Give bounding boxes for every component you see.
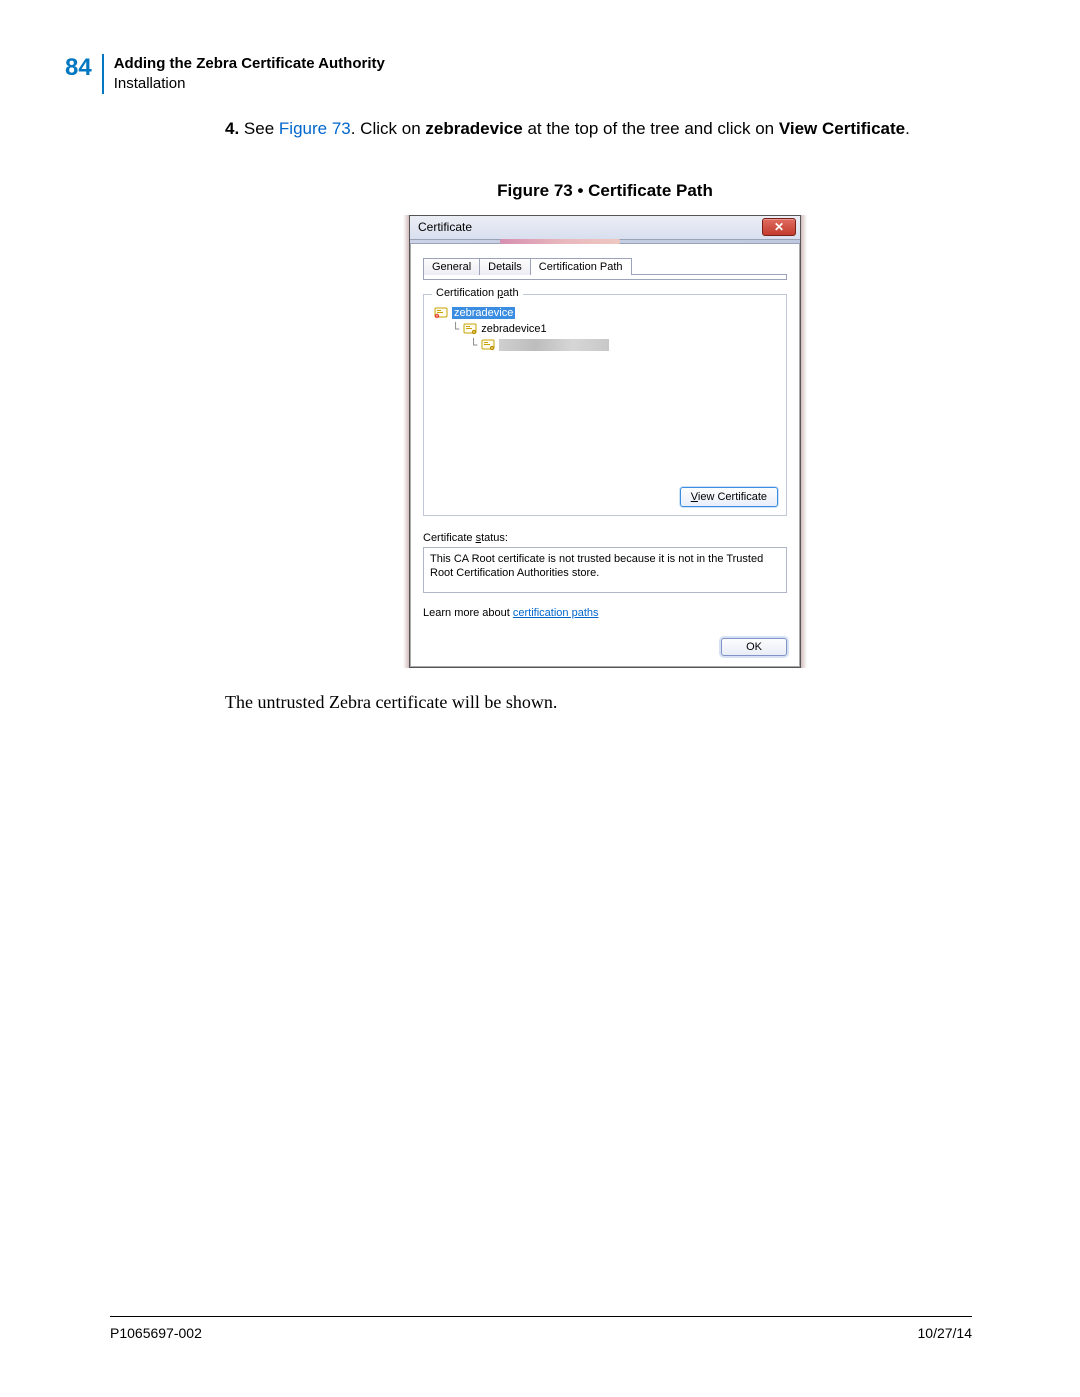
view-certificate-button[interactable]: View Certificate (680, 487, 778, 507)
step-bold-2: View Certificate (779, 119, 905, 138)
step-text-1: See (244, 119, 279, 138)
dialog-button-row: OK (423, 637, 787, 656)
header-divider (102, 54, 104, 94)
titlebar-accent (410, 240, 800, 244)
tree-root-row[interactable]: zebradevice (434, 305, 776, 321)
document-page: 84 Adding the Zebra Certificate Authorit… (0, 0, 1080, 1397)
tab-general[interactable]: General (423, 258, 480, 275)
step-bold-1: zebradevice (425, 119, 522, 138)
certification-paths-link[interactable]: certification paths (513, 607, 599, 619)
header-text: Adding the Zebra Certificate Authority I… (114, 54, 385, 95)
window-title: Certificate (414, 220, 472, 234)
certificate-status-label: Certificate status: (423, 532, 787, 544)
figure-73-link[interactable]: Figure 73 (279, 119, 351, 138)
status-label-prefix: Certificate (423, 532, 476, 544)
close-icon: ✕ (774, 221, 784, 233)
page-header: 84 Adding the Zebra Certificate Authorit… (65, 54, 1020, 95)
section-title: Installation (114, 74, 385, 94)
step-4: 4. See Figure 73. Click on zebradevice a… (225, 118, 985, 141)
tree-root-label: zebradevice (452, 307, 515, 319)
figure-caption: Figure 73 • Certificate Path (225, 181, 985, 201)
page-number: 84 (65, 54, 102, 82)
learn-more-prefix: Learn more about (423, 607, 513, 619)
tab-strip: General Details Certification Path (423, 258, 787, 275)
tree-leaf-row[interactable]: └ (434, 337, 776, 353)
certificate-icon (463, 323, 477, 335)
page-body: 4. See Figure 73. Click on zebradevice a… (225, 118, 985, 713)
step-text-4: . (905, 119, 910, 138)
view-btn-hotkey: V (691, 491, 698, 503)
legend-suffix: ath (503, 287, 518, 299)
certificate-tree[interactable]: zebradevice └ zebradevice1 (432, 303, 778, 481)
view-btn-text: iew Certificate (698, 491, 767, 503)
dialog-body: General Details Certification Path Certi… (410, 244, 800, 667)
view-cert-row: View Certificate (432, 481, 778, 507)
certificate-status-box: This CA Root certificate is not trusted … (423, 547, 787, 593)
legend-prefix: Certification (436, 287, 497, 299)
tab-details[interactable]: Details (479, 258, 531, 275)
tree-branch-icon: └ (470, 338, 477, 352)
title-bar: Certificate ✕ (410, 216, 800, 240)
document-id: P1065697-002 (110, 1325, 202, 1341)
chapter-title: Adding the Zebra Certificate Authority (114, 54, 385, 74)
figure-73: Certificate ✕ General Details Certificat… (409, 215, 801, 668)
step-number: 4. (225, 119, 239, 138)
window-shadow-right (801, 215, 807, 668)
step-text-3: at the top of the tree and click on (523, 119, 779, 138)
certificate-warning-icon (434, 307, 448, 319)
page-footer: P1065697-002 10/27/14 (110, 1316, 972, 1341)
close-button[interactable]: ✕ (762, 218, 796, 236)
footer-date: 10/27/14 (918, 1325, 973, 1341)
group-legend: Certification path (432, 287, 523, 299)
step-text-2: . Click on (351, 119, 426, 138)
certificate-dialog: Certificate ✕ General Details Certificat… (409, 215, 801, 668)
tree-child-label: zebradevice1 (481, 323, 546, 335)
status-label-suffix: tatus: (481, 532, 508, 544)
tab-certification-path[interactable]: Certification Path (530, 258, 632, 275)
certification-path-group: Certification path zebradevice (423, 294, 787, 516)
certificate-icon (481, 339, 495, 351)
after-figure-text: The untrusted Zebra certificate will be … (225, 692, 985, 713)
ok-button[interactable]: OK (721, 638, 787, 656)
tree-child-row[interactable]: └ zebradevice1 (434, 321, 776, 337)
tree-leaf-label-redacted (499, 339, 609, 351)
window-shadow-left (403, 215, 409, 668)
tree-branch-icon: └ (452, 322, 459, 336)
learn-more-row: Learn more about certification paths (423, 607, 787, 619)
window-frame: Certificate ✕ General Details Certificat… (409, 215, 801, 668)
